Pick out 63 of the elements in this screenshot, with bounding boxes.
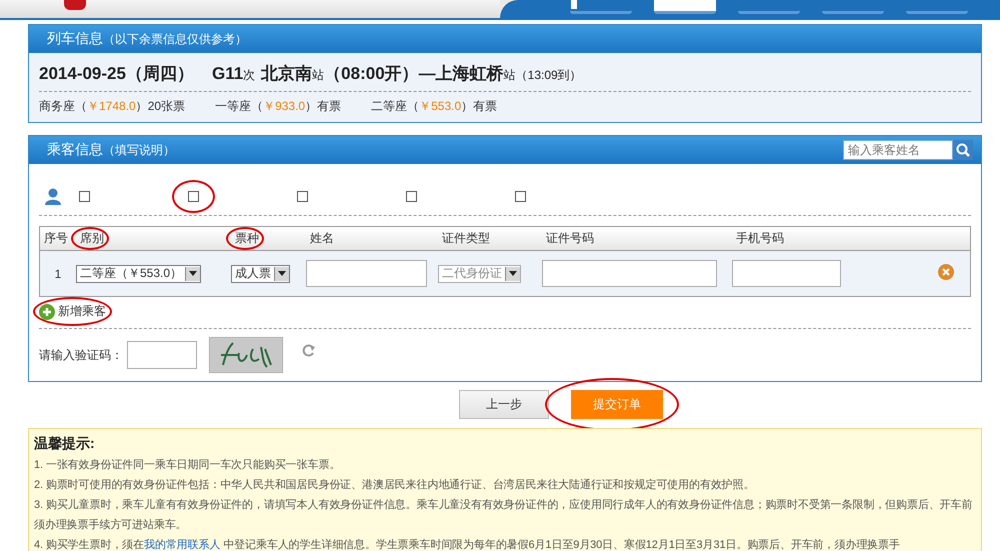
row-number: 1 xyxy=(54,266,62,280)
checkbox[interactable] xyxy=(515,190,526,202)
station-suffix: 站 xyxy=(504,67,516,84)
captcha-label: 请输入验证码： xyxy=(39,346,123,364)
ticket-availability: 20张票 xyxy=(148,98,186,115)
seat-class: 一等座（ xyxy=(215,98,264,115)
previous-step-button[interactable]: 上一步 xyxy=(459,390,549,419)
seat-price: ￥553.0 xyxy=(419,98,462,115)
tip-text: 3. 购买儿童票时，乘车儿童有有效身份证件的，请填写本人有效身份证件信息。乘车儿童没有有效身份证件的，应使用同行成年人的有效身份证件信息；购票时不受第一条限制，但购票后、开车前须办理换票手续方可进站乘车。 xyxy=(34,498,974,533)
column-header: 手机号码 xyxy=(735,230,784,247)
column-header: 证件号码 xyxy=(545,230,594,247)
nav-tab[interactable] xyxy=(654,0,716,14)
tip-text: 1. 一张有效身份证件同一乘车日期同一车次只能购买一张车票。 xyxy=(34,458,342,473)
panel-title: 列车信息 xyxy=(47,30,103,48)
seat-price: ￥933.0 xyxy=(263,98,306,115)
input-field[interactable] xyxy=(542,260,717,287)
checkbox[interactable] xyxy=(406,190,417,202)
column-header: 证件类型 xyxy=(441,230,490,247)
ticket-availability: 有票 xyxy=(317,98,342,115)
tip-text: 4. 购买学生票时，须在我的常用联系人 中登记乘车人的学生详细信息。学生票乘车时间限为每年的暑假6月1日至9月30日、寒假12月1日至3月31日。购票后、开车前，须办理换票手 xyxy=(34,538,901,551)
train-number: G11 xyxy=(212,64,244,84)
column-header: 席别 xyxy=(79,230,104,247)
captcha-field[interactable] xyxy=(127,341,197,369)
dropdown[interactable]: 成人票 xyxy=(231,264,290,282)
checkbox[interactable] xyxy=(297,190,308,202)
train-suffix: 次 xyxy=(243,67,256,84)
search-field[interactable]: 输入乘客姓名 xyxy=(843,140,953,160)
input-field[interactable] xyxy=(306,260,428,287)
panel-note: （以下余票信息仅供参考） xyxy=(103,30,247,48)
column-header: 序号 xyxy=(43,230,68,247)
add-passenger-link[interactable]: 新增乘客 xyxy=(39,303,106,320)
tip-text: 2. 购票时可使用的有效身份证件包括：中华人民共和国居民身份证、港澳居民来往内地通行证、台湾居民来往大陆通行证和按规定可使用的有效护照。 xyxy=(34,478,756,493)
contacts-link[interactable]: 我的常用联系人 xyxy=(144,539,220,551)
seat-class: 商务座（ xyxy=(39,98,87,115)
departure-time: （08:00开）— xyxy=(324,63,436,85)
bracket-text: ） xyxy=(461,98,474,115)
station-suffix: 站 xyxy=(312,67,324,84)
checkbox[interactable] xyxy=(188,190,199,202)
person-icon xyxy=(45,188,61,204)
bracket-text: ） xyxy=(305,98,318,115)
nav-tab[interactable] xyxy=(570,0,632,14)
search-button[interactable] xyxy=(953,140,973,160)
travel-date: 2014-09-25（周四） xyxy=(39,63,194,85)
checkbox[interactable] xyxy=(79,190,90,202)
input-field[interactable] xyxy=(732,260,840,287)
bracket-text: ） xyxy=(136,98,148,115)
delete-icon[interactable] xyxy=(938,264,954,280)
tips-title: 温馨提示: xyxy=(34,435,96,453)
arrival-time: （13:09到） xyxy=(516,67,582,84)
refresh-icon[interactable] xyxy=(301,342,317,358)
seat-price: ￥1748.0 xyxy=(87,98,136,115)
column-header: 票种 xyxy=(234,230,259,247)
logo-icon xyxy=(64,0,86,10)
dropdown[interactable]: 二等座（￥553.0） xyxy=(76,264,202,282)
panel-note: （填写说明） xyxy=(103,142,175,158)
departure-station: 北京南 xyxy=(261,63,312,85)
ticket-availability: 有票 xyxy=(473,98,498,115)
search-icon xyxy=(956,143,970,157)
seat-class: 二等座（ xyxy=(371,98,420,115)
add-icon xyxy=(39,304,55,320)
column-header: 姓名 xyxy=(309,230,334,247)
arrival-station: 上海虹桥 xyxy=(436,63,504,85)
panel-title: 乘客信息 xyxy=(47,141,103,159)
